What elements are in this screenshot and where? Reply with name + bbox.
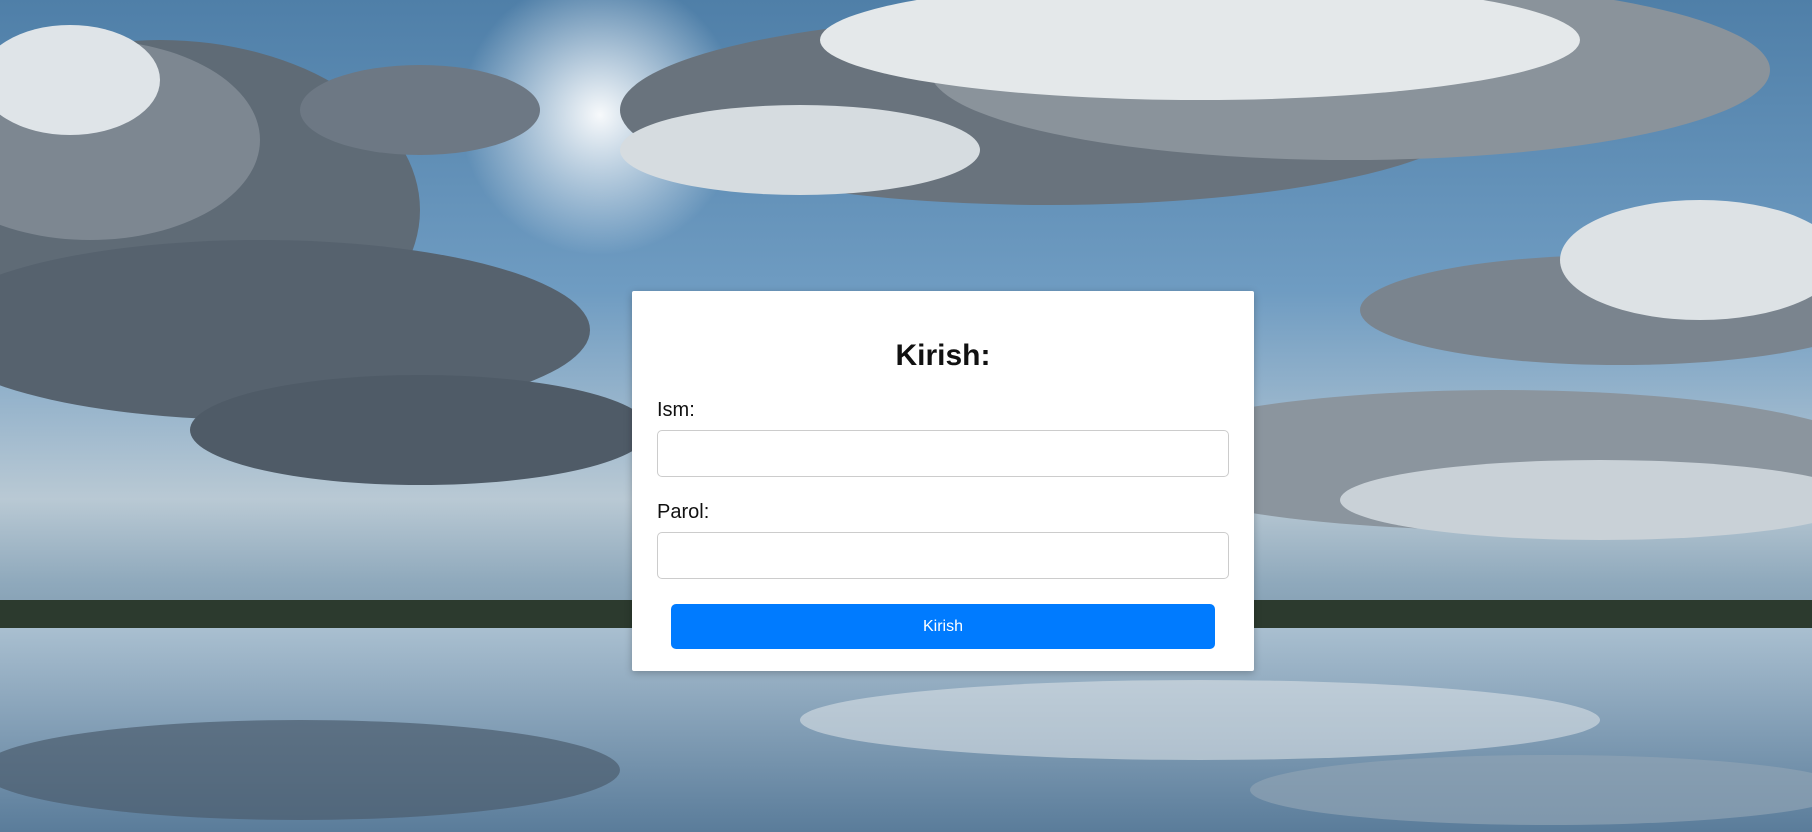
password-label: Parol: xyxy=(657,501,710,523)
username-input[interactable] xyxy=(657,430,1229,477)
login-submit-button[interactable]: Kirish xyxy=(671,604,1215,649)
login-title: Kirish: xyxy=(895,339,991,372)
password-input[interactable] xyxy=(657,532,1229,579)
login-card: Kirish: Ism: Parol: Kirish xyxy=(632,291,1254,671)
username-label: Ism: xyxy=(657,399,695,421)
